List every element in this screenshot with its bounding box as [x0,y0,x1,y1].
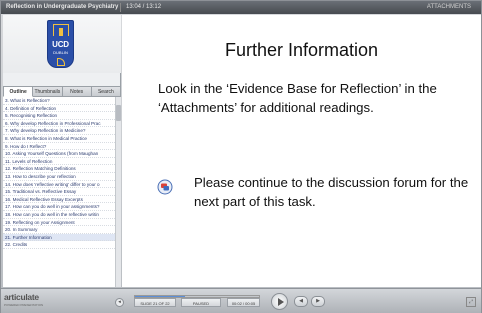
logo-area: UCD DUBLIN [3,15,121,73]
articulate-logo: articulate POWERED PRESENTATION [4,292,44,310]
sidebar-tabs: Outline Thumbnails Notes Search [3,86,121,97]
volume-icon[interactable]: ◂ [115,298,124,307]
tab-thumbnails[interactable]: Thumbnails [33,86,63,97]
slide-time-counter: 13:04 / 13:12 [126,4,162,10]
outline-list: 3. What is Reflection? 4. Definition of R… [3,97,115,287]
outline-item[interactable]: 15. Traditional vs. Reflective Essay [3,188,115,196]
outline-item[interactable]: 18. How can you do well in the reflectiv… [3,211,115,219]
tab-notes[interactable]: Notes [62,86,92,97]
outline-item[interactable]: 20. In Summary [3,226,115,234]
scrollbar-thumb[interactable] [116,105,121,121]
outline-item[interactable]: 7. Why develop Reflection in Medicine? [3,127,115,135]
tab-outline[interactable]: Outline [3,86,34,97]
outline-item[interactable]: 17. How can you do well in your assignme… [3,203,115,211]
play-button[interactable] [271,293,288,310]
brand-name: articulate [4,292,39,302]
outline-item[interactable]: 8. What is Reflection in Medical Practic… [3,135,115,143]
castle-icon [53,24,69,36]
tab-search[interactable]: Search [91,86,121,97]
playback-status: PAUSED [181,298,221,307]
outline-item[interactable]: 22. Credits [3,241,115,249]
time-readout: 00:02 / 00:05 [227,298,260,307]
player-controls: articulate POWERED PRESENTATION ◂ SLIDE … [1,288,481,313]
sidebar: UCD DUBLIN Outline Thumbnails Notes Sear… [3,15,121,287]
outline-item[interactable]: 5. Recognising Reflection [3,112,115,120]
next-button[interactable]: ▶ [311,296,325,307]
attachments-button[interactable]: ATTACHMENTS [427,1,471,14]
brand-tagline: POWERED PRESENTATION [4,303,44,307]
outline-item[interactable]: 16. Medical Reflective Essay Excerpts [3,196,115,204]
outline-item[interactable]: 4. Definition of Reflection [3,105,115,113]
outline-item[interactable]: 13. How to describe your reflection [3,173,115,181]
discussion-forum-icon [157,179,173,195]
title-bar: Reflection in Undergraduate Psychiatry 1… [1,1,481,14]
title-separator [120,3,121,12]
outline-item[interactable]: 14. How does 'reflective writing' differ… [3,181,115,189]
outline-item[interactable]: 19. Reflecting on your Assignment [3,219,115,227]
harp-icon [57,58,65,66]
logo-text: UCD [52,40,69,49]
slide-title: Further Information [224,40,379,60]
slide-position: SLIDE 21 OF 22 [134,298,176,307]
outline-item[interactable]: 6. Why develop Reflection in Professiona… [3,120,115,128]
outline-item[interactable]: 12. Reflection Matching Definitions [3,165,115,173]
forum-instruction-text: Please continue to the discussion forum … [194,175,469,209]
player-window: Reflection in Undergraduate Psychiatry 1… [0,0,482,313]
ucd-crest-logo: UCD DUBLIN [47,20,74,68]
logo-subtext: DUBLIN [53,50,68,55]
slide-body-text: Look in the ‘Evidence Base for Reflectio… [158,81,437,115]
outline-scrollbar[interactable] [115,97,121,287]
outline-item[interactable]: 11. Levels of Reflection [3,158,115,166]
presentation-title: Reflection in Undergraduate Psychiatry [6,4,119,10]
outline-item[interactable]: 3. What is Reflection? [3,97,115,105]
fullscreen-icon[interactable]: ⤢ [466,297,476,307]
progress-fill [135,296,185,297]
prev-button[interactable]: ◀ [294,296,308,307]
slide-content: Further Information Look in the ‘Evidenc… [122,15,481,287]
outline-item[interactable]: 10. Asking Yourself Questions (from Maug… [3,150,115,158]
outline-item[interactable]: 21. Further Information [3,233,115,242]
outline-item[interactable]: 9. How do I Reflect? [3,143,115,151]
